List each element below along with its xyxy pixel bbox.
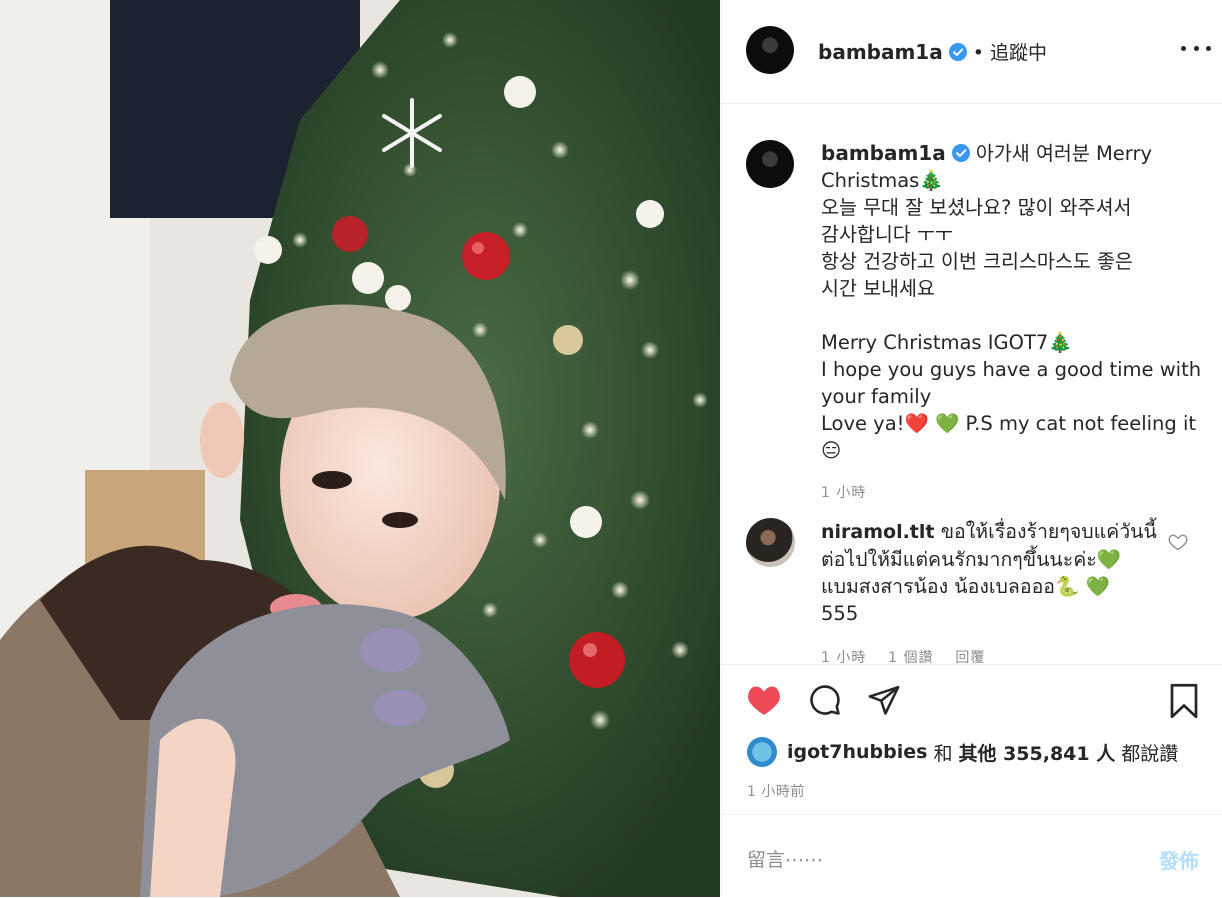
likes-summary: igot7hubbies 和 其他 355,841 人 都說讚 <box>747 737 1178 767</box>
caption-line: Merry Christmas IGOT7🎄 <box>821 331 1073 354</box>
save-bookmark-icon[interactable] <box>1169 683 1199 723</box>
author-username[interactable]: bambam1a <box>818 40 943 64</box>
comment-input[interactable]: 留言⋯⋯ <box>747 845 823 872</box>
post-side-panel: bambam1a • 追蹤中 bambam1a 아가새 여러분 Merry Ch… <box>721 0 1222 897</box>
comment-item: niramol.tlt ขอให้เรื่องร้ายๆจบแค่วันนี้ … <box>821 518 1161 664</box>
author-avatar[interactable] <box>746 26 794 74</box>
caption-line: Christmas🎄 <box>821 169 944 192</box>
liker-username[interactable]: igot7hubbies <box>787 741 927 763</box>
comment-meta[interactable]: 1 小時 1 個讚 回覆 <box>821 647 1161 664</box>
comment-line: 555 <box>821 602 859 625</box>
post-photo[interactable] <box>0 0 720 897</box>
likes-others-count[interactable]: 其他 355,841 人 <box>958 739 1115 766</box>
comment-line: แบมสงสารน้อง น้องเบลอออ🐍 💚 <box>821 575 1110 598</box>
likes-and: 和 <box>933 742 953 765</box>
comments-section: bambam1a 아가새 여러분 Merry Christmas🎄 오늘 무대 … <box>722 104 1222 664</box>
action-bar: igot7hubbies 和 其他 355,841 人 都說讚 1 小時前 <box>722 664 1222 815</box>
comment-text: ขอให้เรื่องร้ายๆจบแค่วันนี้ <box>940 520 1157 543</box>
caption-line: your family <box>821 385 932 408</box>
comment-bubble-icon[interactable] <box>808 683 842 721</box>
verified-badge-icon <box>951 142 970 162</box>
caption-line: 항상 건강하고 이번 크리스마스도 좋은 <box>821 250 1133 273</box>
caption-author-avatar[interactable] <box>746 140 794 188</box>
more-options-icon[interactable] <box>1181 38 1211 58</box>
liker-avatar[interactable] <box>747 737 777 767</box>
caption: bambam1a 아가새 여러분 Merry Christmas🎄 오늘 무대 … <box>821 140 1201 502</box>
like-heart-icon[interactable] <box>746 683 782 721</box>
commenter-username[interactable]: niramol.tlt <box>821 521 935 543</box>
verified-badge-icon <box>948 43 967 61</box>
commenter-avatar[interactable] <box>746 518 795 567</box>
caption-text: 아가새 여러분 Merry <box>975 142 1153 165</box>
caption-timestamp[interactable]: 1 小時 <box>821 482 1201 502</box>
post-timestamp[interactable]: 1 小時前 <box>747 781 805 801</box>
post-header: bambam1a • 追蹤中 <box>722 0 1222 104</box>
caption-line-0: bambam1a 아가새 여러분 Merry <box>821 140 1201 167</box>
caption-line: 시간 보내세요 <box>821 277 935 300</box>
caption-line: 오늘 무대 잘 보셨나요? 많이 와주셔서 <box>821 196 1132 219</box>
comment-like-heart-icon[interactable] <box>1168 532 1188 556</box>
post-comment-button[interactable]: 發佈 <box>1159 845 1199 874</box>
caption-line: 😑 <box>821 439 842 462</box>
caption-line: I hope you guys have a good time with <box>821 358 1202 381</box>
caption-line <box>821 302 1201 329</box>
follow-status[interactable]: • 追蹤中 <box>973 42 1047 64</box>
caption-line: Love ya!❤️ 💚 P.S my cat not feeling it <box>821 412 1197 435</box>
comment-line-0: niramol.tlt ขอให้เรื่องร้ายๆจบแค่วันนี้ <box>821 518 1161 546</box>
comment-line: ต่อไปให้มีแต่คนรักมากๆขึ้นนะค่ะ💚 <box>821 548 1122 571</box>
comment-form: 留言⋯⋯ 發佈 <box>722 814 1222 898</box>
caption-author-username[interactable]: bambam1a <box>821 141 946 165</box>
likes-suffix: 都說讚 <box>1121 742 1179 765</box>
author-line: bambam1a • 追蹤中 <box>818 38 1047 65</box>
share-send-icon[interactable] <box>866 683 902 721</box>
caption-line: 감사합니다 ㅜㅜ <box>821 223 953 246</box>
